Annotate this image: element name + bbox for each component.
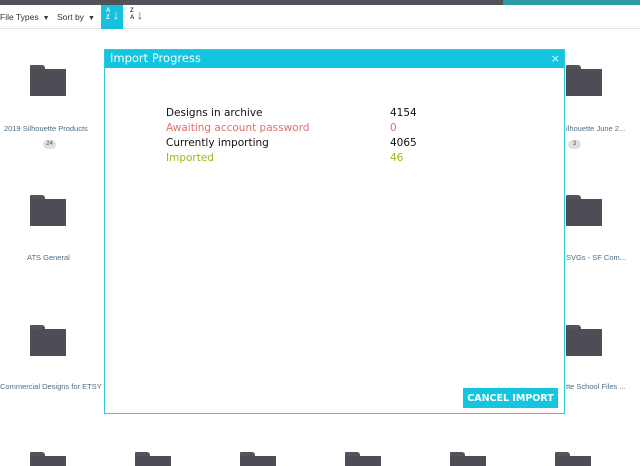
imported-value: 46: [390, 152, 404, 164]
arrow-down-icon: ↓: [137, 8, 143, 22]
folder-icon[interactable]: [555, 452, 591, 466]
folder-icon[interactable]: [30, 325, 66, 356]
awaiting-password-value: 0: [390, 122, 397, 134]
import-progress-dialog: Import Progress × Designs in archive 415…: [104, 49, 565, 414]
dialog-header: Import Progress ×: [105, 50, 564, 68]
sort-az-icon: A Z: [106, 8, 111, 21]
sort-by-label: Sort by: [57, 12, 84, 22]
folder-icon[interactable]: [30, 452, 66, 466]
close-icon[interactable]: ×: [551, 52, 560, 66]
sort-by-dropdown[interactable]: Sort by ▼: [57, 12, 95, 22]
designs-in-archive-value: 4154: [390, 107, 417, 119]
toolbar: File Types ▼ Sort by ▼ A Z ↓ Z A ↓: [0, 5, 640, 29]
chevron-down-icon: ▼: [87, 15, 95, 22]
file-types-dropdown[interactable]: File Types ▼: [0, 12, 50, 22]
folder-icon[interactable]: [135, 452, 171, 466]
folder-label[interactable]: 2019 Silhouette Products: [4, 124, 88, 133]
imported-label: Imported: [166, 152, 214, 164]
folder-label[interactable]: SVGs - SF Com...: [566, 253, 626, 262]
folder-icon[interactable]: [30, 195, 66, 226]
dialog-title: Import Progress: [110, 51, 201, 65]
folder-icon[interactable]: [30, 65, 66, 96]
folder-icon[interactable]: [566, 195, 602, 226]
folder-label[interactable]: Commercial Designs for ETSY: [0, 382, 102, 391]
awaiting-password-label: Awaiting account password: [166, 122, 310, 134]
sort-za-icon: Z A: [130, 8, 135, 21]
folder-label[interactable]: ilhouette June 2...: [566, 124, 625, 133]
chevron-down-icon: ▼: [42, 15, 50, 22]
currently-importing-label: Currently importing: [166, 137, 269, 149]
folder-icon[interactable]: [566, 65, 602, 96]
sort-ascending-button[interactable]: A Z ↓: [101, 5, 123, 29]
currently-importing-value: 4065: [390, 137, 417, 149]
folder-count-badge: 3: [568, 140, 581, 149]
file-types-label: File Types: [0, 12, 39, 22]
folder-icon[interactable]: [345, 452, 381, 466]
folder-icon[interactable]: [566, 325, 602, 356]
arrow-down-icon: ↓: [113, 8, 119, 22]
folder-icon[interactable]: [240, 452, 276, 466]
cancel-import-button[interactable]: CANCEL IMPORT: [463, 388, 558, 408]
folder-icon[interactable]: [450, 452, 486, 466]
sort-descending-button[interactable]: Z A ↓: [125, 5, 143, 29]
folder-label[interactable]: tte School Files ...: [566, 382, 626, 391]
designs-in-archive-label: Designs in archive: [166, 107, 263, 119]
folder-label[interactable]: ATS General: [27, 253, 70, 262]
folder-count-badge: 24: [43, 140, 56, 149]
